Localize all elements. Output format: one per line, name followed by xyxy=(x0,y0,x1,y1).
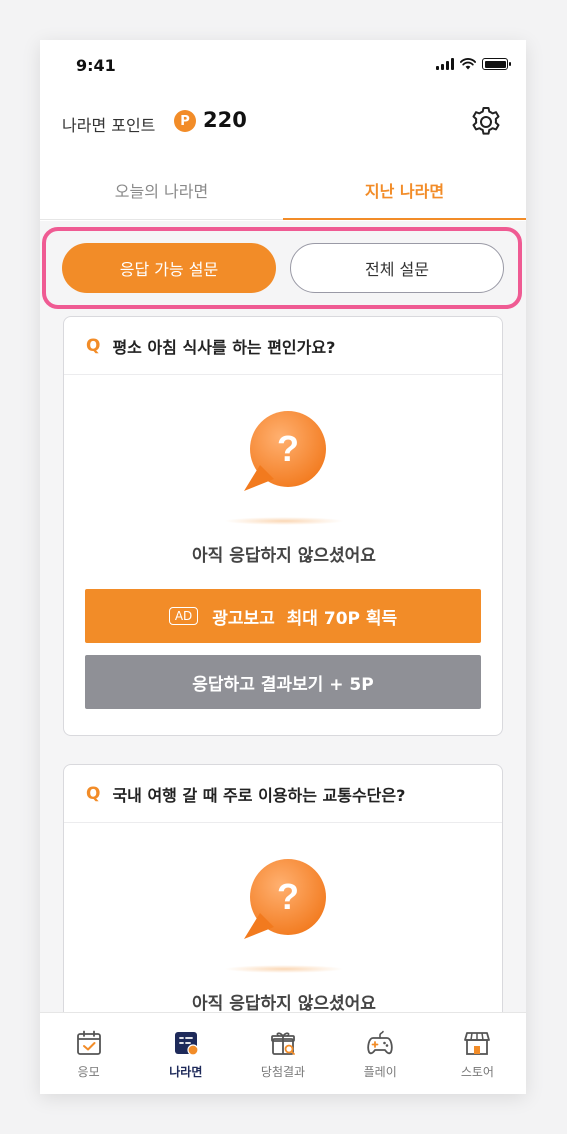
nav-label: 응모 xyxy=(77,1065,100,1079)
question-mark-label: Q xyxy=(86,335,101,356)
bubble-shadow xyxy=(224,965,344,973)
filter-answerable-button[interactable]: 응답 가능 설문 xyxy=(62,243,276,293)
question-row: Q 국내 여행 갈 때 주로 이용하는 교통수단은? xyxy=(64,765,502,823)
header: 나라면 포인트 P 220 xyxy=(40,100,526,144)
bubble-question-glyph: ? xyxy=(277,428,299,469)
phone-screen: 9:41 나라면 포인트 P 220 오늘의 나라면 지난 나라면 응답 가능 … xyxy=(40,40,526,1094)
gift-search-icon xyxy=(271,1032,295,1055)
points-label: 나라면 포인트 xyxy=(62,116,156,135)
question-bubble-icon: ? xyxy=(244,859,326,939)
nav-item-store[interactable]: 스토어 xyxy=(429,1013,526,1094)
bubble-question-glyph: ? xyxy=(277,876,299,917)
ad-tag: AD xyxy=(168,607,199,625)
nav-item-play[interactable]: 플레이 xyxy=(332,1013,429,1094)
signal-icon xyxy=(436,58,454,70)
nav-label: 당첨결과 xyxy=(260,1065,306,1079)
question-bubble-icon: ? xyxy=(244,411,326,491)
not-answered-text: 아직 응답하지 않으셨어요 xyxy=(192,994,376,1012)
watch-ad-button[interactable]: AD 광고보고 최대 70P 획득 xyxy=(85,589,481,643)
tab-today[interactable]: 오늘의 나라면 xyxy=(40,166,283,219)
bottom-nav: 응모 나라면 당첨결과 플레이 스토어 xyxy=(40,1012,526,1094)
survey-card[interactable]: Q 평소 아침 식사를 하는 편인가요? ? 아직 응답하지 않으셨어요 AD … xyxy=(63,316,503,736)
survey-card[interactable]: Q 국내 여행 갈 때 주로 이용하는 교통수단은? ? 아직 응답하지 않으셨… xyxy=(63,764,503,1012)
question-row: Q 평소 아침 식사를 하는 편인가요? xyxy=(64,317,502,375)
nav-label: 나라면 xyxy=(169,1065,203,1079)
nav-item-apply[interactable]: 응모 xyxy=(40,1013,137,1094)
survey-list[interactable]: 응답 가능 설문 전체 설문 Q 평소 아침 식사를 하는 편인가요? ? 아직… xyxy=(40,221,526,1012)
tab-bar: 오늘의 나라면 지난 나라면 xyxy=(40,166,526,220)
settings-gear-icon[interactable] xyxy=(468,104,504,140)
status-time: 9:41 xyxy=(76,56,116,75)
wifi-icon xyxy=(460,58,476,70)
nav-item-results[interactable]: 당첨결과 xyxy=(234,1013,331,1094)
battery-icon xyxy=(482,58,511,70)
question-text: 국내 여행 갈 때 주로 이용하는 교통수단은? xyxy=(112,785,406,805)
calendar-check-icon xyxy=(76,1030,101,1055)
answer-result-button[interactable]: 응답하고 결과보기 + 5P xyxy=(85,655,481,709)
gamepad-icon xyxy=(367,1030,393,1055)
bubble-shadow xyxy=(224,517,344,525)
not-answered-text: 아직 응답하지 않으셨어요 xyxy=(192,546,376,566)
points-value: 220 xyxy=(203,108,247,132)
store-icon xyxy=(464,1032,491,1055)
question-text: 평소 아침 식사를 하는 편인가요? xyxy=(112,337,336,357)
nav-label: 플레이 xyxy=(363,1065,397,1079)
watch-ad-label: 광고보고 최대 70P 획득 xyxy=(212,608,398,629)
points-coin-icon: P xyxy=(174,110,196,132)
status-bar: 9:41 xyxy=(40,40,526,92)
status-icons xyxy=(436,58,511,70)
nav-label: 스토어 xyxy=(460,1065,494,1079)
question-mark-label: Q xyxy=(86,783,101,804)
survey-list-icon xyxy=(174,1032,199,1056)
tab-past[interactable]: 지난 나라면 xyxy=(283,166,526,220)
nav-item-naramyeon[interactable]: 나라면 xyxy=(137,1013,234,1094)
filter-all-button[interactable]: 전체 설문 xyxy=(290,243,504,293)
